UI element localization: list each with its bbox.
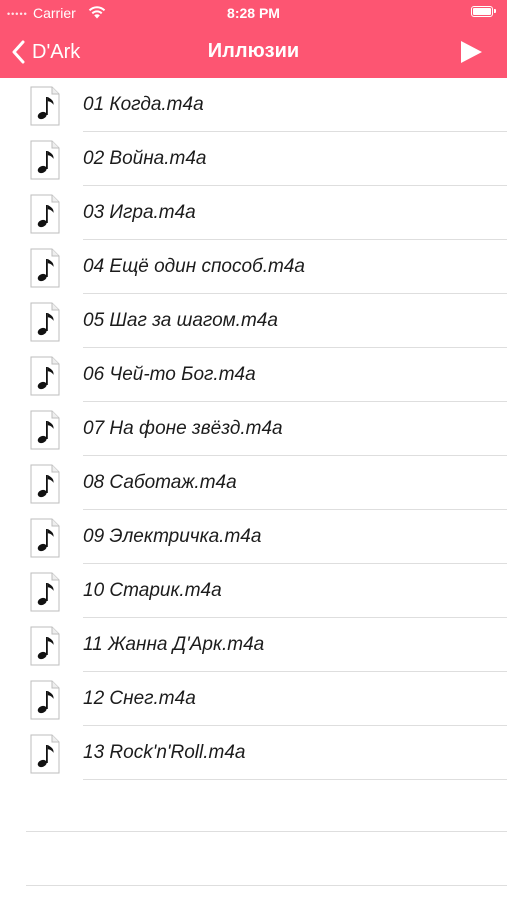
track-row[interactable]: 04 Ещё один способ.m4a [0,240,507,294]
play-button[interactable] [458,39,484,65]
empty-row-separator [26,831,507,832]
track-row[interactable]: 09 Электричка.m4a [0,510,507,564]
audio-file-icon [30,626,60,666]
track-row[interactable]: 07 На фоне звёзд.m4a [0,402,507,456]
screen: ••••• Carrier 8:28 PM D'Ark Иллюзии 01 К… [0,0,507,900]
track-row[interactable]: 02 Война.m4a [0,132,507,186]
audio-file-icon [30,302,60,342]
track-title: 02 Война.m4a [83,148,207,169]
battery-icon [471,6,496,17]
track-row[interactable]: 05 Шаг за шагом.m4a [0,294,507,348]
status-time: 8:28 PM [227,5,280,21]
track-title: 06 Чей-то Бог.m4a [83,364,256,385]
track-row[interactable]: 06 Чей-то Бог.m4a [0,348,507,402]
track-row[interactable]: 11 Жанна Д'Арк.m4a [0,618,507,672]
audio-file-icon [30,410,60,450]
track-title: 03 Игра.m4a [83,202,196,223]
audio-file-icon [30,572,60,612]
audio-file-icon [30,464,60,504]
track-title: 09 Электричка.m4a [83,526,262,547]
track-row[interactable]: 03 Игра.m4a [0,186,507,240]
track-title: 04 Ещё один способ.m4a [83,256,305,277]
track-title: 08 Саботаж.m4a [83,472,237,493]
audio-file-icon [30,194,60,234]
track-title: 05 Шаг за шагом.m4a [83,310,278,331]
track-title: 07 На фоне звёзд.m4a [83,418,283,439]
track-row[interactable]: 08 Саботаж.m4a [0,456,507,510]
track-row[interactable]: 12 Снег.m4a [0,672,507,726]
track-title: 01 Когда.m4a [83,94,204,115]
track-row[interactable]: 01 Когда.m4a [0,78,507,132]
navigation-bar: D'Ark Иллюзии [0,26,507,78]
track-title: 12 Снег.m4a [83,688,196,709]
audio-file-icon [30,680,60,720]
track-row[interactable]: 13 Rock'n'Roll.m4a [0,726,507,780]
top-bar: ••••• Carrier 8:28 PM D'Ark Иллюзии [0,0,507,78]
track-title: 10 Старик.m4a [83,580,222,601]
audio-file-icon [30,86,60,126]
audio-file-icon [30,248,60,288]
audio-file-icon [30,518,60,558]
track-row[interactable]: 10 Старик.m4a [0,564,507,618]
audio-file-icon [30,356,60,396]
row-separator [83,779,507,780]
track-list: 01 Когда.m4a 02 Война.m4a 03 Игра.m4a 04 Ещ… [0,78,507,780]
track-title: 13 Rock'n'Roll.m4a [83,742,246,763]
status-bar: ••••• Carrier 8:28 PM [0,0,507,26]
play-icon [461,41,482,63]
audio-file-icon [30,734,60,774]
track-title: 11 Жанна Д'Арк.m4a [83,634,265,655]
page-title: Иллюзии [207,40,300,62]
empty-row-separator [26,885,507,886]
audio-file-icon [30,140,60,180]
